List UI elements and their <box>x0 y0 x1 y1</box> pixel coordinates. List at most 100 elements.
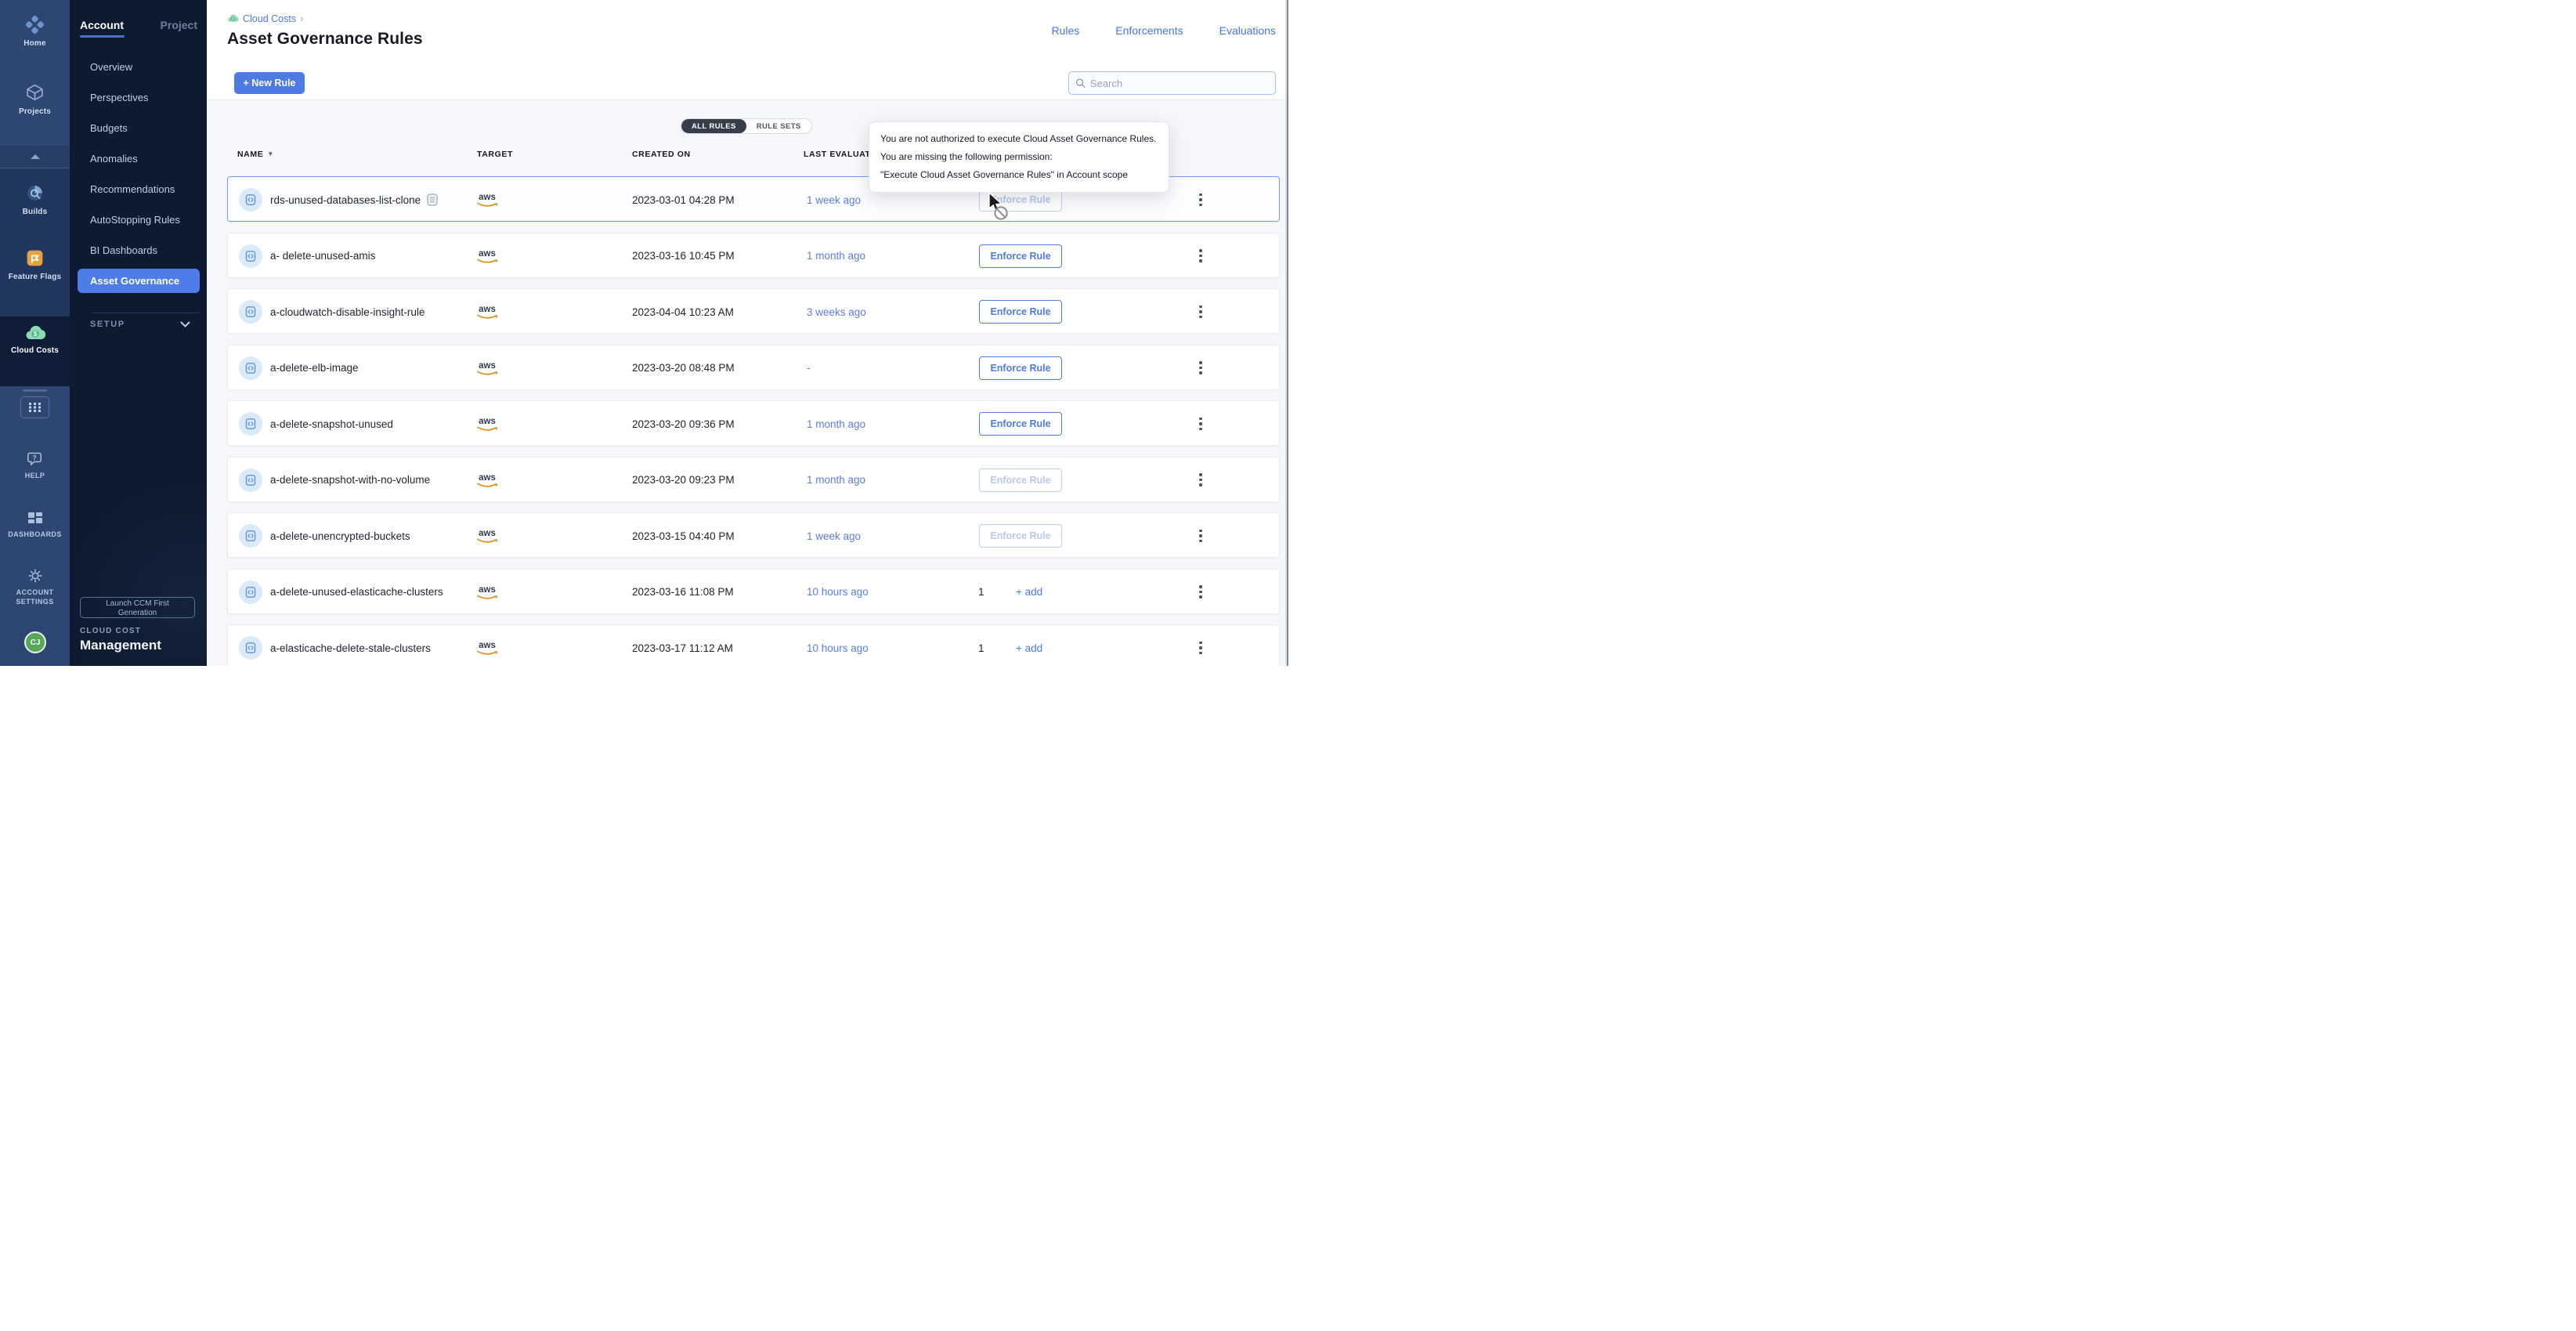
table-row[interactable]: a-delete-elb-image aws 2023-03-20 08:48 … <box>227 345 1280 390</box>
search-input[interactable] <box>1090 78 1269 89</box>
launch-ccm-first-gen-button[interactable]: Launch CCM First Generation <box>80 597 195 618</box>
scope-tabs: Account Project <box>80 19 197 31</box>
tooltip-line: You are not authorized to execute Cloud … <box>880 130 1158 148</box>
enforce-rule-button[interactable]: Enforce Rule <box>979 300 1062 324</box>
svg-text:aws: aws <box>479 529 496 538</box>
search-box[interactable] <box>1068 71 1276 95</box>
svg-text:aws: aws <box>479 473 496 483</box>
last-evaluation-link[interactable]: - <box>807 345 811 391</box>
table-row[interactable]: a-delete-unused-elasticache-clusters aws… <box>227 569 1280 614</box>
table-row[interactable]: a-delete-unencrypted-buckets aws 2023-03… <box>227 512 1280 558</box>
enforce-rule-button[interactable]: Enforce Rule <box>979 468 1062 492</box>
rule-name: a-delete-snapshot-with-no-volume <box>270 458 430 503</box>
rail-drag-handle[interactable] <box>23 389 47 392</box>
enforce-rule-button[interactable]: Enforce Rule <box>979 524 1062 548</box>
grid-icon <box>28 402 42 413</box>
enforce-rule-button[interactable]: Enforce Rule <box>979 244 1062 268</box>
sidenav-item-bi-dashboards[interactable]: BI Dashboards <box>70 235 207 266</box>
sidebar-item-cloud-costs[interactable]: $ Cloud Costs <box>0 324 70 355</box>
sidebar-item-account-settings[interactable]: ACCOUNT SETTINGS <box>0 567 70 606</box>
created-on-value: 2023-03-01 04:28 PM <box>632 177 735 222</box>
table-row[interactable]: a-cloudwatch-disable-insight-rule aws 20… <box>227 288 1280 334</box>
rule-name: rds-unused-databases-list-clone <box>270 177 438 222</box>
last-evaluation-link[interactable]: 10 hours ago <box>807 625 869 666</box>
copy-icon[interactable] <box>427 194 438 206</box>
window-edge <box>1287 0 1288 666</box>
column-header-name[interactable]: NAME▼ <box>237 150 274 159</box>
search-icon <box>1075 78 1086 89</box>
row-menu-button[interactable] <box>1194 247 1207 266</box>
sidenav-item-anomalies[interactable]: Anomalies <box>70 143 207 174</box>
cloud-costs-breadcrumb-icon: $ <box>227 13 239 24</box>
add-enforcement-link[interactable]: + add <box>1016 625 1042 666</box>
last-evaluation-link[interactable]: 1 week ago <box>807 513 861 559</box>
header-link-enforcements[interactable]: Enforcements <box>1115 24 1183 37</box>
rules-view-toggle[interactable]: ALL RULES RULE SETS <box>681 118 812 134</box>
row-menu-button[interactable] <box>1194 471 1207 490</box>
tab-project[interactable]: Project <box>161 19 197 31</box>
tab-account[interactable]: Account <box>80 19 124 31</box>
svg-text:aws: aws <box>479 361 496 371</box>
enforcement-count: 1 <box>978 625 985 666</box>
row-menu-button[interactable] <box>1194 302 1207 321</box>
sidenav-item-overview[interactable]: Overview <box>70 52 207 82</box>
table-row[interactable]: a-delete-snapshot-unused aws 2023-03-20 … <box>227 400 1280 446</box>
gear-icon <box>27 567 44 584</box>
breadcrumb: $ Cloud Costs › <box>227 13 303 24</box>
svg-text:aws: aws <box>479 249 496 259</box>
enforce-rule-button[interactable]: Enforce Rule <box>979 356 1062 380</box>
sidenav-item-perspectives[interactable]: Perspectives <box>70 82 207 113</box>
last-evaluation-link[interactable]: 3 weeks ago <box>807 289 866 335</box>
table-row[interactable]: a-delete-snapshot-with-no-volume aws 202… <box>227 457 1280 502</box>
header-link-rules[interactable]: Rules <box>1051 24 1079 37</box>
sidenav-item-asset-governance[interactable]: Asset Governance <box>78 269 200 293</box>
sidenav-item-budgets[interactable]: Budgets <box>70 113 207 143</box>
header-nav-links: Rules Enforcements Evaluations <box>1051 24 1276 37</box>
sidenav-item-autostopping-rules[interactable]: AutoStopping Rules <box>70 204 207 235</box>
sidebar-item-home[interactable]: Home <box>0 14 70 48</box>
chevron-up-icon <box>29 153 42 161</box>
breadcrumb-cloud-costs-link[interactable]: Cloud Costs <box>243 13 296 24</box>
enforce-rule-button[interactable]: Enforce Rule <box>979 412 1062 436</box>
sidenav-setup-toggle[interactable]: SETUP <box>90 320 190 329</box>
toggle-all-rules[interactable]: ALL RULES <box>681 119 746 133</box>
row-menu-button[interactable] <box>1194 583 1207 602</box>
row-menu-button[interactable] <box>1194 638 1207 657</box>
new-rule-button[interactable]: + New Rule <box>234 72 305 94</box>
governance-rule-icon <box>239 636 262 660</box>
table-row[interactable]: a-elasticache-delete-stale-clusters aws … <box>227 624 1280 666</box>
row-menu-button[interactable] <box>1194 414 1207 433</box>
header-link-evaluations[interactable]: Evaluations <box>1219 24 1276 37</box>
aws-logo-icon: aws <box>472 583 502 606</box>
last-evaluation-link[interactable]: 1 week ago <box>807 177 861 222</box>
last-evaluation-link[interactable]: 10 hours ago <box>807 570 869 615</box>
last-evaluation-link[interactable]: 1 month ago <box>807 233 865 279</box>
add-enforcement-link[interactable]: + add <box>1016 570 1042 615</box>
row-menu-button[interactable] <box>1194 359 1207 378</box>
sidebar-item-projects[interactable]: Projects <box>0 82 70 116</box>
toggle-rule-sets[interactable]: RULE SETS <box>746 119 811 133</box>
sidebar-item-dashboards[interactable]: DASHBOARDS <box>0 511 70 540</box>
svg-text:?: ? <box>32 454 37 461</box>
rule-name: a-cloudwatch-disable-insight-rule <box>270 289 425 335</box>
tooltip-line: "Execute Cloud Asset Governance Rules" i… <box>880 166 1158 184</box>
table-row[interactable]: a- delete-unused-amis aws 2023-03-16 10:… <box>227 233 1280 278</box>
row-menu-button[interactable] <box>1194 526 1207 545</box>
module-grid-button[interactable] <box>20 396 49 418</box>
sidenav-item-recommendations[interactable]: Recommendations <box>70 174 207 204</box>
governance-rule-icon <box>239 524 262 548</box>
sidebar-item-help[interactable]: ? HELP <box>0 450 70 481</box>
rail-collapse-band[interactable] <box>0 146 70 168</box>
sidebar-item-feature-flags[interactable]: Feature Flags <box>0 248 70 281</box>
user-avatar[interactable]: CJ <box>24 631 46 653</box>
last-evaluation-link[interactable]: 1 month ago <box>807 401 865 447</box>
permission-tooltip: You are not authorized to execute Cloud … <box>869 121 1169 193</box>
tooltip-line: You are missing the following permission… <box>880 148 1158 166</box>
governance-rule-icon <box>239 356 262 380</box>
column-header-created-on: CREATED ON <box>632 150 691 159</box>
breadcrumb-separator: › <box>300 13 303 24</box>
last-evaluation-link[interactable]: 1 month ago <box>807 458 865 503</box>
sidebar-item-builds[interactable]: Builds <box>0 183 70 216</box>
row-menu-button[interactable] <box>1194 190 1207 209</box>
aws-logo-icon: aws <box>472 247 502 270</box>
